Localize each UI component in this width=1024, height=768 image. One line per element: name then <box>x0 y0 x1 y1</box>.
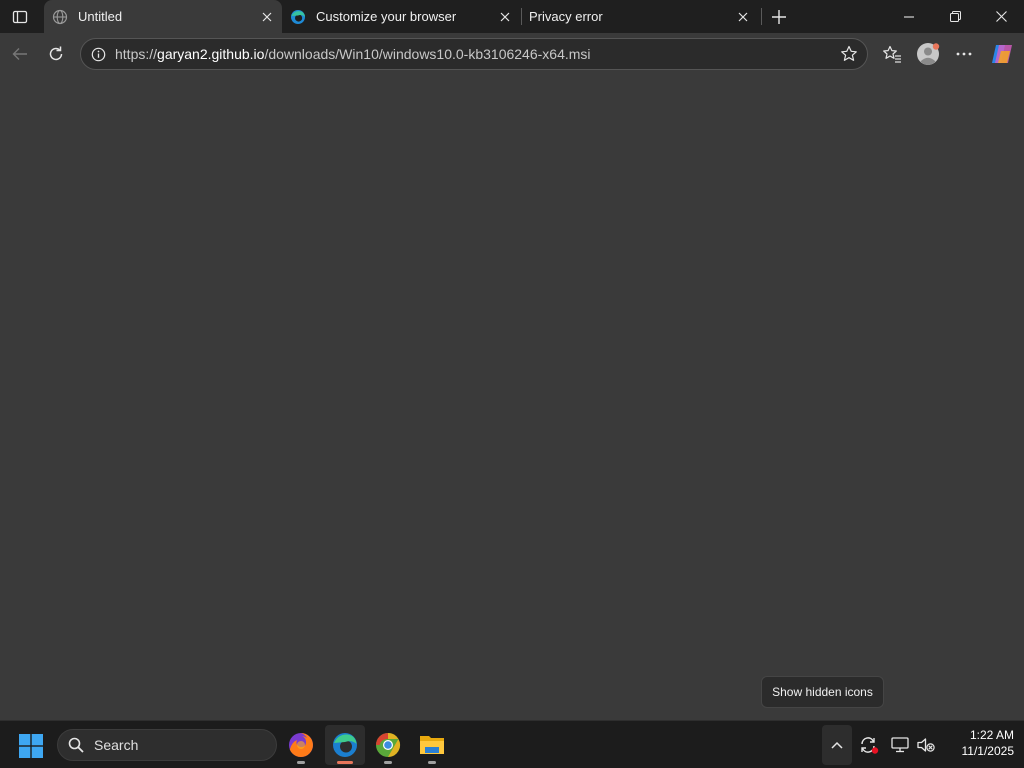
new-tab-button[interactable] <box>766 4 792 30</box>
favorites-button[interactable] <box>877 39 907 69</box>
edge-icon <box>333 733 357 757</box>
tab-title: Privacy error <box>529 9 603 24</box>
tab-close-button[interactable] <box>494 6 516 28</box>
tab-close-button[interactable] <box>256 6 278 28</box>
info-icon[interactable] <box>81 47 115 62</box>
network-icon <box>891 737 909 753</box>
favorites-icon <box>883 45 901 63</box>
taskbar-app-chrome[interactable] <box>368 725 408 765</box>
close-icon <box>500 12 510 21</box>
chrome-icon <box>376 733 401 757</box>
more-options-button[interactable] <box>949 39 979 69</box>
restore-icon <box>949 11 961 22</box>
tab-title: Customize your browser <box>316 9 457 24</box>
taskbar-clock[interactable]: 1:22 AM 11/1/2025 <box>944 727 1015 759</box>
url-path: /downloads/Win10/windows10.0-kb3106246-x… <box>264 46 591 62</box>
taskbar-search[interactable]: Search <box>57 729 277 761</box>
app-active-indicator <box>337 761 353 764</box>
search-label: Search <box>94 737 139 753</box>
start-button[interactable] <box>16 731 46 761</box>
tab-actions-button[interactable] <box>0 0 40 33</box>
refresh-icon <box>49 46 63 61</box>
chevron-up-icon <box>831 741 843 749</box>
tab-customize-browser[interactable]: Customize your browser <box>282 0 520 33</box>
arrow-left-icon <box>12 48 27 60</box>
taskbar-app-firefox[interactable] <box>281 725 321 765</box>
windows-logo-icon <box>19 734 43 758</box>
clock-date: 11/1/2025 <box>961 744 1015 758</box>
minimize-icon <box>904 15 914 18</box>
minimize-button[interactable] <box>886 0 932 33</box>
show-hidden-icons-button[interactable] <box>822 725 852 765</box>
close-icon <box>995 11 1007 22</box>
tab-separator <box>761 8 762 25</box>
clock-time: 1:22 AM <box>969 728 1014 742</box>
tab-untitled[interactable]: Untitled <box>44 0 282 33</box>
search-icon <box>58 737 94 753</box>
avatar <box>917 43 940 65</box>
close-window-button[interactable] <box>978 0 1024 33</box>
plus-icon <box>772 10 786 24</box>
taskbar: Search 1:22 AM 11/1/2025 <box>0 720 1024 768</box>
favorite-star-button[interactable] <box>831 45 867 63</box>
taskbar-app-edge[interactable] <box>325 725 365 765</box>
refresh-button[interactable] <box>41 39 71 69</box>
volume-muted-icon <box>917 738 935 752</box>
app-running-indicator <box>384 761 392 764</box>
globe-icon <box>52 9 68 25</box>
copilot-icon <box>992 45 1012 63</box>
tray-volume-button[interactable] <box>914 725 938 765</box>
firefox-icon <box>289 733 313 757</box>
browser-toolbar: https://garyan2.github.io/downloads/Win1… <box>0 33 1024 75</box>
tab-privacy-error[interactable]: Privacy error <box>522 0 758 33</box>
tray-network-button[interactable] <box>888 725 912 765</box>
app-running-indicator <box>297 761 305 764</box>
more-icon <box>956 52 972 56</box>
tab-close-button[interactable] <box>732 6 754 28</box>
tab-strip: Untitled Customize your browser Privacy … <box>0 0 1024 33</box>
address-bar[interactable]: https://garyan2.github.io/downloads/Win1… <box>80 38 868 70</box>
app-running-indicator <box>428 761 436 764</box>
back-button[interactable] <box>5 39 35 69</box>
tray-sync-icon-button[interactable] <box>856 725 882 765</box>
edge-icon <box>290 9 306 25</box>
url-text: https://garyan2.github.io/downloads/Win1… <box>115 46 831 62</box>
file-explorer-icon <box>420 736 444 754</box>
copilot-button[interactable] <box>987 39 1017 69</box>
sync-icon <box>861 737 879 754</box>
close-icon <box>262 12 272 21</box>
tab-title: Untitled <box>78 9 123 24</box>
url-scheme: https:// <box>115 46 158 62</box>
tooltip: Show hidden icons <box>761 676 884 708</box>
tab-actions-icon <box>12 10 28 23</box>
url-host: garyan2.github.io <box>157 46 265 62</box>
page-content <box>0 75 1024 719</box>
close-icon <box>738 12 748 21</box>
star-icon <box>841 45 857 61</box>
restore-button[interactable] <box>932 0 978 33</box>
taskbar-app-file-explorer[interactable] <box>412 725 452 765</box>
profile-button[interactable] <box>913 39 943 69</box>
